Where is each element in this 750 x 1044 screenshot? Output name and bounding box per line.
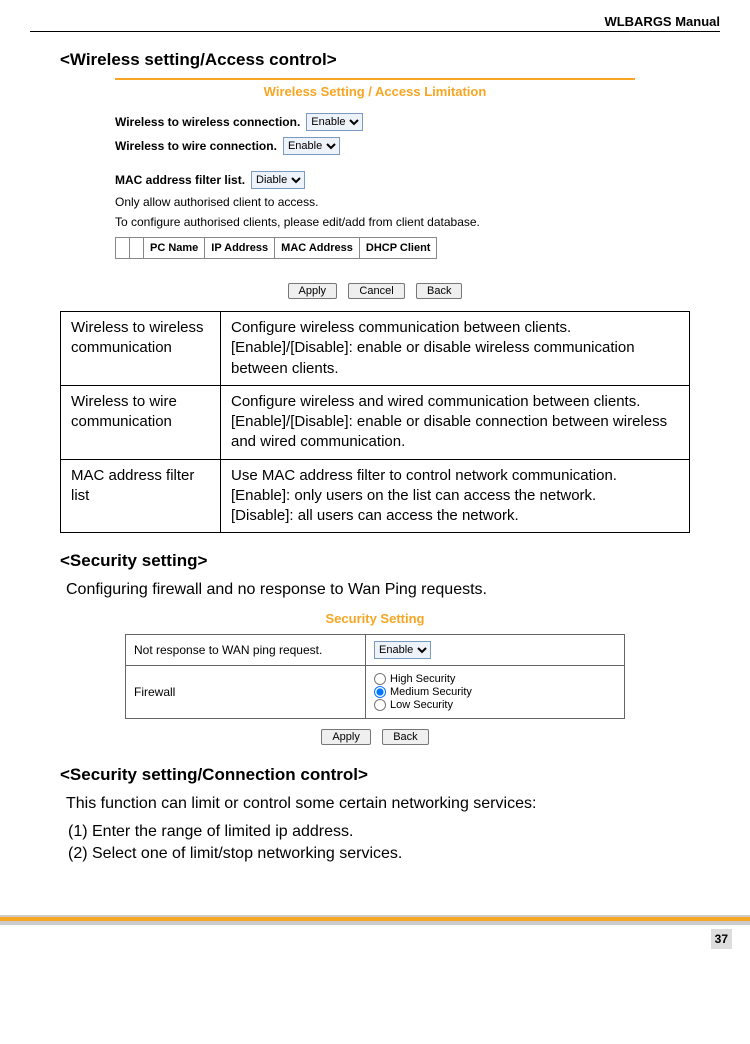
description-table: Wireless to wireless communication Confi… (60, 311, 690, 533)
apply-button[interactable]: Apply (288, 283, 338, 299)
back-button[interactable]: Back (416, 283, 462, 299)
connection-control-intro: This function can limit or control some … (66, 793, 690, 815)
table-lead-cell (116, 238, 130, 259)
desc-label-mac-filter: MAC address filter list (61, 459, 221, 533)
table-row: Firewall High Security Medium Security L… (126, 665, 625, 718)
note-configure-clients: To configure authorised clients, please … (115, 215, 635, 229)
radio-high-security-row: High Security (374, 673, 616, 685)
radio-medium-security-row: Medium Security (374, 686, 616, 698)
desc-label-wireless-wire: Wireless to wire communication (61, 385, 221, 459)
button-row: Apply Cancel Back (115, 283, 635, 299)
table-row: Wireless to wire communication Configure… (61, 385, 690, 459)
row-wireless-to-wire: Wireless to wire connection. Enable (115, 137, 635, 155)
label-firewall: Firewall (126, 665, 366, 718)
select-wan-ping[interactable]: Enable (374, 641, 431, 659)
cell-firewall-radios: High Security Medium Security Low Securi… (366, 665, 625, 718)
desc-text-wireless-wireless: Configure wireless communication between… (221, 312, 690, 386)
row-wireless-to-wireless: Wireless to wireless connection. Enable (115, 113, 635, 131)
security-setting-title: Security Setting (125, 611, 625, 626)
table-row: MAC address filter list Use MAC address … (61, 459, 690, 533)
col-pc-name: PC Name (144, 238, 205, 259)
security-intro-text: Configuring firewall and no response to … (66, 579, 690, 601)
radio-high-security[interactable] (374, 673, 386, 685)
screenshot-security-setting: Security Setting Not response to WAN pin… (125, 611, 625, 745)
cancel-button[interactable]: Cancel (348, 283, 404, 299)
desc-label-wireless-wireless: Wireless to wireless communication (61, 312, 221, 386)
radio-label-low: Low Security (390, 699, 453, 711)
button-row: Apply Back (125, 729, 625, 745)
step-1: (1) Enter the range of limited ip addres… (68, 823, 690, 841)
page-number: 37 (711, 929, 732, 949)
radio-medium-security[interactable] (374, 686, 386, 698)
footer: 37 (0, 915, 750, 925)
label-wan-ping: Not response to WAN ping request. (126, 634, 366, 665)
header-bar: WLBARGS Manual (30, 14, 720, 32)
wireless-setting-title: Wireless Setting / Access Limitation (115, 84, 635, 99)
table-row: Wireless to wireless communication Confi… (61, 312, 690, 386)
select-wireless-to-wire[interactable]: Enable (283, 137, 340, 155)
radio-low-security[interactable] (374, 699, 386, 711)
row-mac-filter: MAC address filter list. Diable (115, 171, 635, 189)
apply-button[interactable]: Apply (321, 729, 371, 745)
label-wireless-to-wireless: Wireless to wireless connection. (115, 115, 300, 129)
step-2: (2) Select one of limit/stop networking … (68, 845, 690, 863)
section-wireless-access-control: <Wireless setting/Access control> (60, 50, 690, 70)
screenshot-wireless-setting: Wireless Setting / Access Limitation Wir… (115, 78, 635, 299)
radio-label-high: High Security (390, 673, 455, 685)
desc-text-mac-filter: Use MAC address filter to control networ… (221, 459, 690, 533)
select-wireless-to-wireless[interactable]: Enable (306, 113, 363, 131)
section-connection-control: <Security setting/Connection control> (60, 765, 690, 785)
cell-wan-ping-select: Enable (366, 634, 625, 665)
radio-label-medium: Medium Security (390, 686, 472, 698)
security-table: Not response to WAN ping request. Enable… (125, 634, 625, 719)
col-ip-address: IP Address (205, 238, 275, 259)
col-mac-address: MAC Address (275, 238, 360, 259)
select-mac-filter[interactable]: Diable (251, 171, 305, 189)
label-wireless-to-wire: Wireless to wire connection. (115, 139, 277, 153)
desc-text-wireless-wire: Configure wireless and wired communicati… (221, 385, 690, 459)
radio-low-security-row: Low Security (374, 699, 616, 711)
wan-ping-text: Not response to WAN ping request. (134, 643, 322, 657)
label-mac-filter: MAC address filter list. (115, 173, 245, 187)
manual-title: WLBARGS Manual (604, 14, 720, 29)
col-dhcp-client: DHCP Client (359, 238, 437, 259)
section-security-setting: <Security setting> (60, 551, 690, 571)
page-content: <Wireless setting/Access control> Wirele… (0, 32, 750, 887)
note-authorised-access: Only allow authorised client to access. (115, 195, 635, 209)
table-lead-cell (130, 238, 144, 259)
back-button[interactable]: Back (382, 729, 428, 745)
table-row: Not response to WAN ping request. Enable (126, 634, 625, 665)
client-table: PC Name IP Address MAC Address DHCP Clie… (115, 237, 437, 259)
footer-bar (0, 915, 750, 925)
